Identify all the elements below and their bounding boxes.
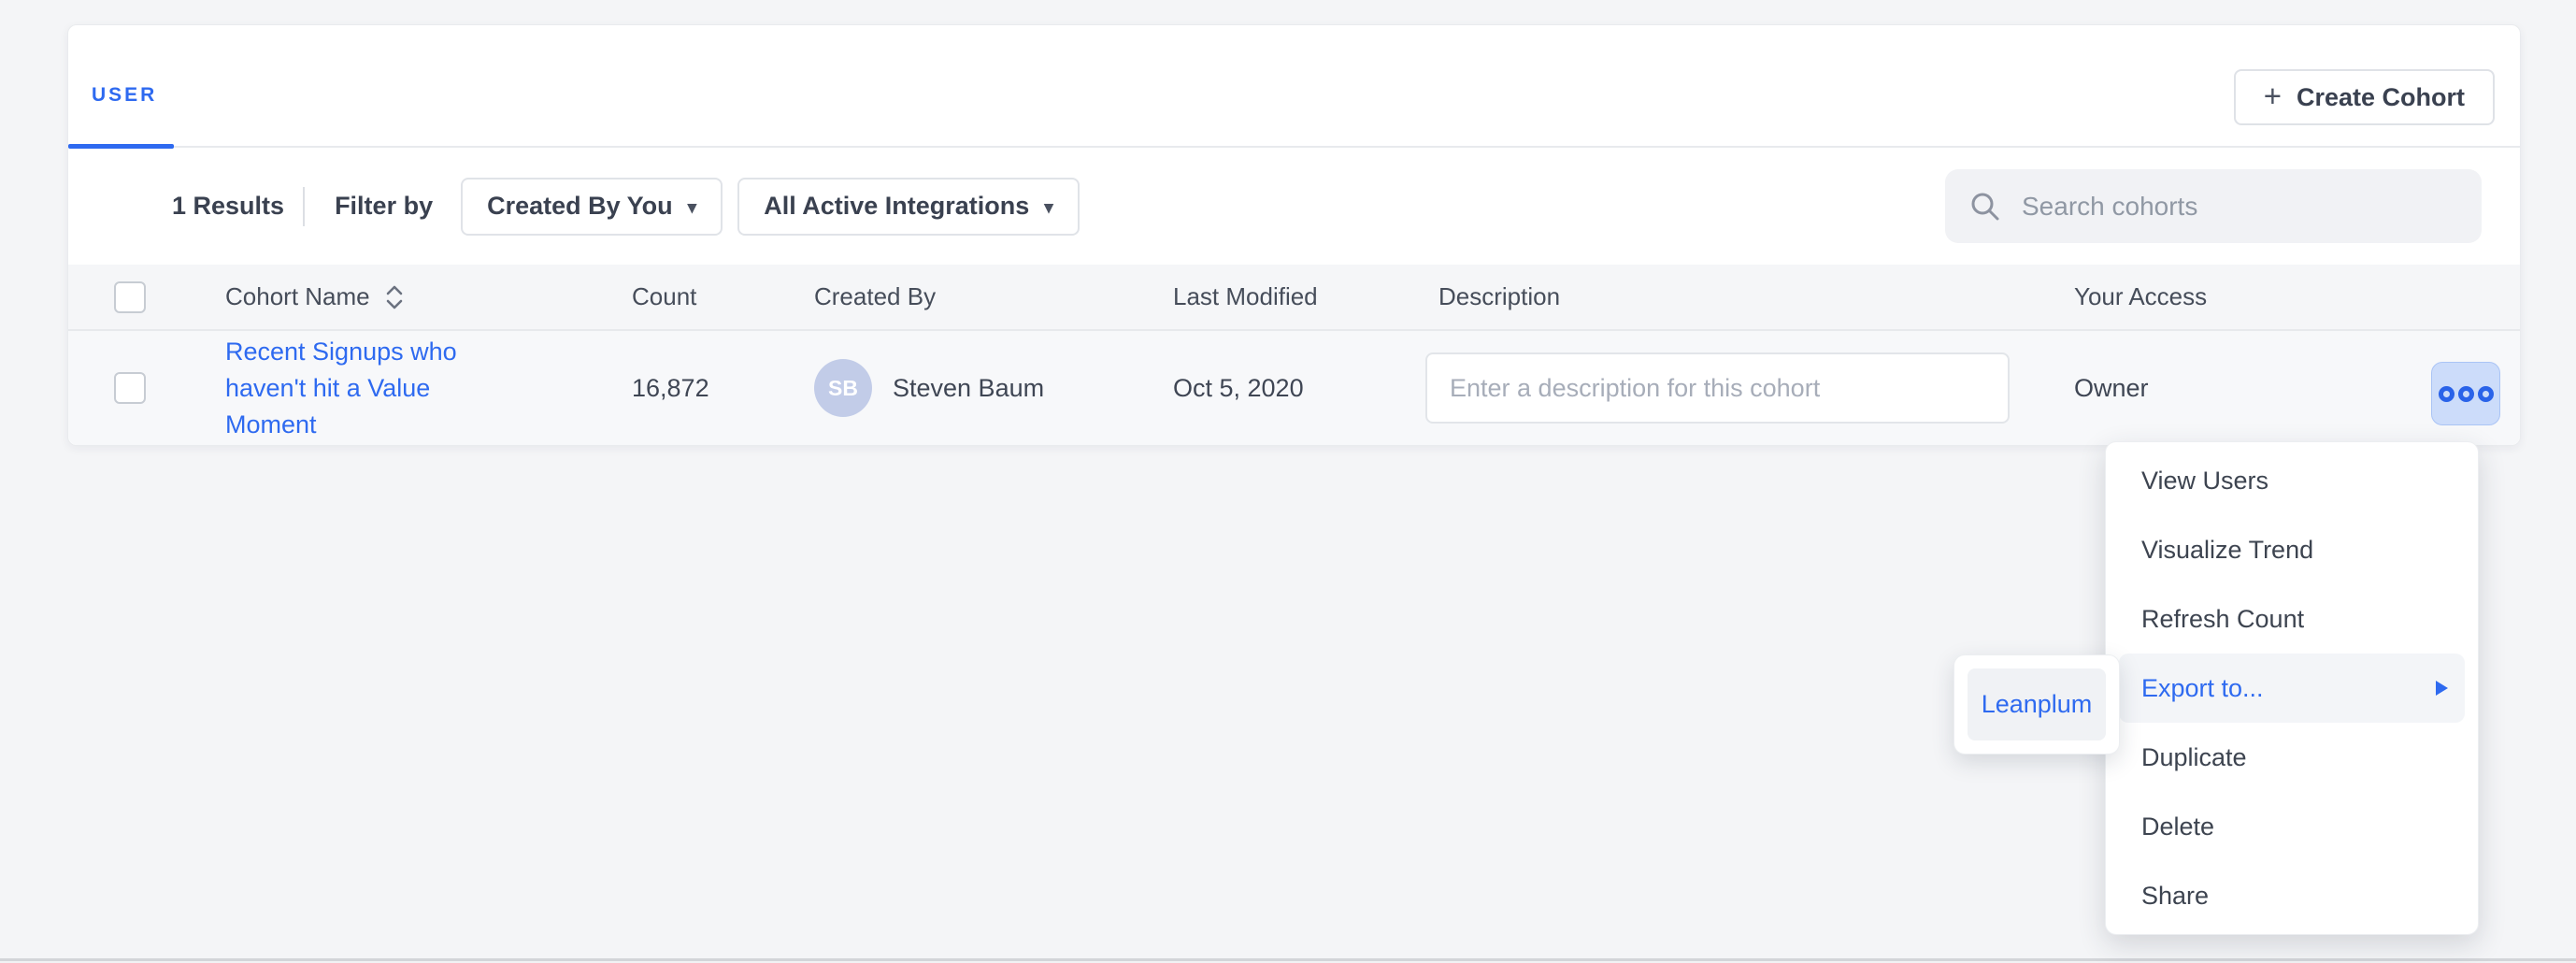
menu-item-share[interactable]: Share bbox=[2106, 861, 2478, 930]
ellipsis-icon bbox=[2478, 386, 2494, 402]
table-header: Cohort Name Count Created By Last Modifi… bbox=[68, 265, 2520, 331]
column-header-created-by: Created By bbox=[814, 265, 936, 329]
integrations-dropdown-label: All Active Integrations bbox=[764, 192, 1029, 221]
sort-icon[interactable] bbox=[383, 283, 406, 311]
column-header-cohort-name[interactable]: Cohort Name bbox=[225, 265, 406, 329]
results-count: 1 Results bbox=[172, 192, 284, 221]
filter-by-label: Filter by bbox=[335, 192, 433, 221]
tab-user[interactable]: USER bbox=[92, 84, 157, 107]
search-box bbox=[1945, 169, 2482, 243]
menu-item-visualize-trend[interactable]: Visualize Trend bbox=[2106, 515, 2478, 584]
plus-icon: + bbox=[2264, 80, 2282, 111]
create-cohort-label: Create Cohort bbox=[2297, 83, 2465, 112]
column-header-your-access: Your Access bbox=[2074, 265, 2207, 329]
created-by-name: Steven Baum bbox=[893, 374, 1044, 403]
menu-item-delete[interactable]: Delete bbox=[2106, 792, 2478, 861]
menu-item-refresh-count[interactable]: Refresh Count bbox=[2106, 584, 2478, 654]
access-level: Owner bbox=[2074, 331, 2149, 445]
divider bbox=[303, 187, 305, 226]
more-actions-button[interactable] bbox=[2431, 362, 2500, 425]
table-row: Recent Signups who haven't hit a Value M… bbox=[68, 331, 2520, 445]
column-header-description: Description bbox=[1438, 265, 1560, 329]
created-by-dropdown[interactable]: Created By You ▾ bbox=[461, 178, 723, 236]
ellipsis-icon bbox=[2458, 386, 2474, 402]
column-header-count: Count bbox=[632, 265, 696, 329]
create-cohort-button[interactable]: + Create Cohort bbox=[2234, 69, 2495, 125]
export-to-label: Export to... bbox=[2141, 674, 2264, 703]
tab-bar: USER + Create Cohort bbox=[68, 25, 2520, 148]
description-input[interactable] bbox=[1425, 352, 2010, 424]
submenu-arrow-icon bbox=[2436, 681, 2448, 696]
search-icon bbox=[1969, 191, 2001, 223]
column-header-last-modified: Last Modified bbox=[1173, 265, 1318, 329]
row-actions-menu: View Users Visualize Trend Refresh Count… bbox=[2105, 441, 2479, 935]
menu-item-duplicate[interactable]: Duplicate bbox=[2106, 723, 2478, 792]
export-submenu: Leanplum bbox=[1953, 654, 2120, 755]
integrations-dropdown[interactable]: All Active Integrations ▾ bbox=[737, 178, 1080, 236]
chevron-down-icon: ▾ bbox=[1044, 197, 1053, 219]
cohort-count: 16,872 bbox=[632, 331, 709, 445]
menu-item-view-users[interactable]: View Users bbox=[2106, 446, 2478, 515]
cohort-name-header-label: Cohort Name bbox=[225, 282, 370, 311]
submenu-item-leanplum[interactable]: Leanplum bbox=[1968, 668, 2106, 740]
menu-item-export-to[interactable]: Export to... bbox=[2119, 654, 2465, 723]
avatar: SB bbox=[814, 359, 872, 417]
chevron-down-icon: ▾ bbox=[688, 197, 697, 219]
cohort-name-link[interactable]: Recent Signups who haven't hit a Value M… bbox=[225, 334, 482, 443]
created-by-dropdown-label: Created By You bbox=[487, 192, 673, 221]
row-checkbox[interactable] bbox=[114, 372, 146, 404]
filter-bar: 1 Results Filter by Created By You ▾ All… bbox=[68, 148, 2520, 265]
last-modified-date: Oct 5, 2020 bbox=[1173, 331, 1304, 445]
cohorts-panel: USER + Create Cohort 1 Results Filter by… bbox=[67, 24, 2521, 446]
ellipsis-icon bbox=[2439, 386, 2454, 402]
select-all-checkbox[interactable] bbox=[114, 281, 146, 313]
search-input[interactable] bbox=[2022, 192, 2457, 222]
